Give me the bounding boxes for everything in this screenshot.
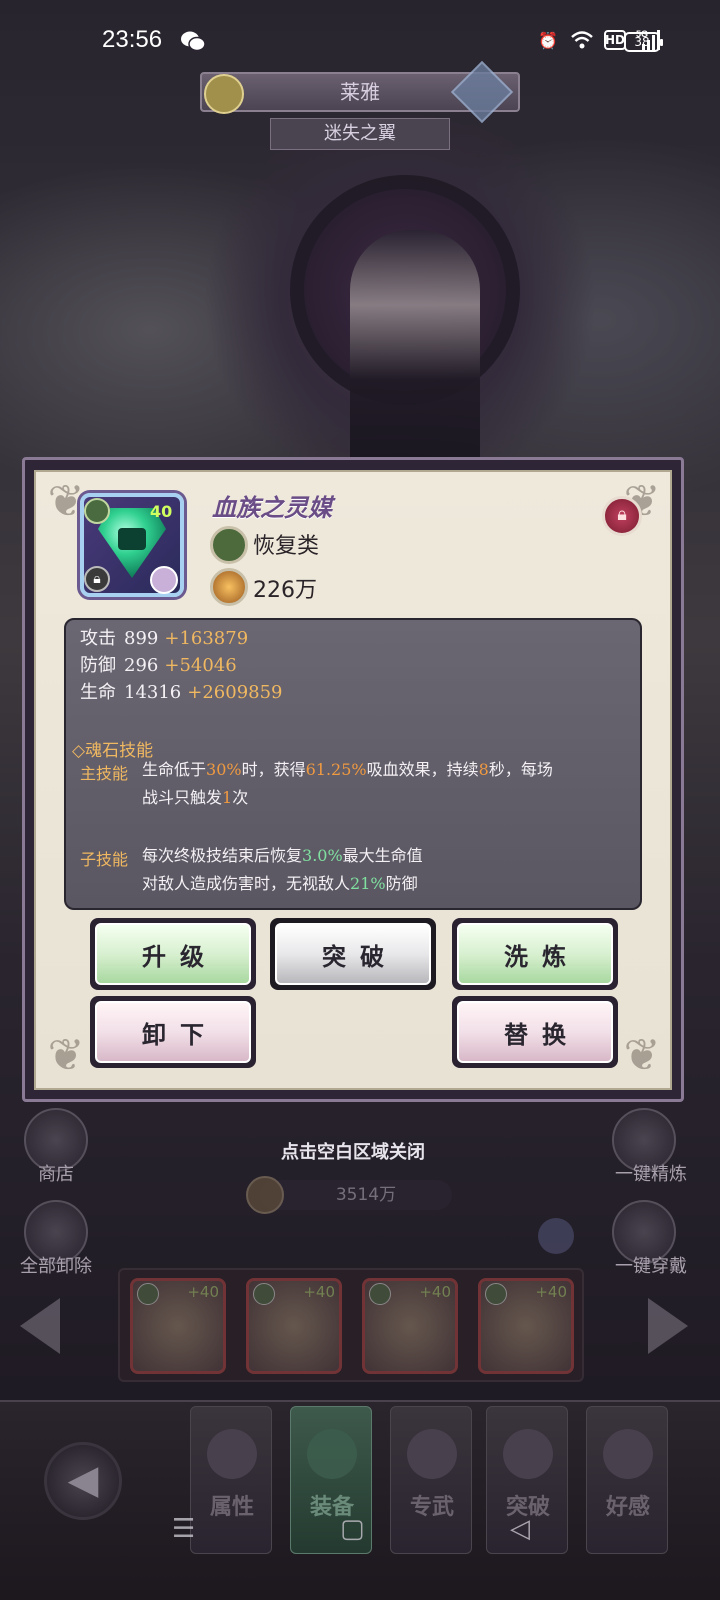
owner-avatar [150,566,178,594]
breakthrough-button-frame: 突破 [270,918,436,990]
item-level: 40 [150,502,173,521]
slot-level: +40 [187,1283,219,1301]
equipment-icon [307,1429,357,1479]
hero-title-bar: 迷失之翼 [270,118,450,150]
total-power: 3514万 [335,1185,397,1205]
one-click-refine-label: 一键精炼 [615,1164,687,1185]
skill-text-part: 最大生命值 [342,846,423,865]
back-icon[interactable]: ◁ [510,1514,530,1544]
corner-ornament-icon: ❦ [47,1030,85,1081]
skill-text-part: 秒，每场 [488,760,553,779]
wifi-icon [571,31,593,49]
item-type: 恢复类 [253,534,320,559]
stat-base: 296 [124,655,159,676]
alarm-icon: ⏰ [538,30,558,50]
exclusive-weapon-icon [407,1429,457,1479]
stat-bonus: +2609859 [187,682,283,703]
skill-text-part: 吸血效果，持续 [366,760,479,779]
skill-section-title: ◇魂石技能 [72,741,154,761]
stat-base: 899 [124,628,159,649]
skill-value: 21% [350,874,386,893]
home-icon[interactable]: ▢ [340,1514,365,1544]
slot-level: +40 [535,1283,567,1301]
item-power: 226万 [253,578,317,603]
one-click-equip-label: 一键穿戴 [615,1256,687,1277]
system-navigation: ☰ ▢ ◁ [0,1508,720,1558]
menu-icon[interactable]: ☰ [172,1514,195,1544]
lock-toggle-button[interactable]: 🔒︎ [602,496,642,536]
class-icon [204,74,244,114]
breakthrough-icon [503,1429,553,1479]
slot-type-icon [253,1283,275,1305]
shop-label: 商店 [38,1164,74,1185]
stat-defense: 防御 296 +54046 [80,651,237,677]
skill-value: 3.0% [302,846,343,865]
stat-bonus: +163879 [164,628,249,649]
breakthrough-button[interactable]: 突破 [275,923,431,985]
upgrade-button[interactable]: 升级 [95,923,251,985]
wechat-icon [181,31,206,52]
upgrade-button-frame: 升级 [90,918,256,990]
slot-type-icon [369,1283,391,1305]
battery-icon: 38 [624,32,663,52]
skill-text-part: 时，获得 [241,760,306,779]
equip-slot-4[interactable]: +40 [478,1278,574,1374]
skill-text-part: 对敌人造成伤害时，无视敌人 [142,874,351,893]
item-type-badge-icon [84,498,110,524]
hd-icon: HD [604,30,626,50]
equip-slot-3[interactable]: +40 [362,1278,458,1374]
remove-all-label: 全部卸除 [20,1256,92,1277]
stat-attack: 攻击 899 +163879 [80,624,248,650]
unequip-button[interactable]: 卸下 [95,1001,251,1063]
refine-button-frame: 洗炼 [452,918,618,990]
heart-icon [603,1429,653,1479]
skill-value: 30% [206,760,242,779]
slot-type-icon [485,1283,507,1305]
total-power-bar: 3514万 [260,1180,452,1210]
skill-text-part: 战斗只触发 [142,788,223,807]
sub-skill-label: 子技能 [80,850,129,869]
status-time: 23:56 [102,26,163,53]
arrow-left-icon[interactable] [20,1298,60,1354]
replace-button[interactable]: 替换 [457,1001,613,1063]
corner-ornament-icon: ❦ [623,1030,661,1081]
slot-level: +40 [419,1283,451,1301]
arrow-right-icon[interactable] [648,1298,688,1354]
stat-label: 攻击 [80,628,116,649]
slot-level: +40 [303,1283,335,1301]
equip-slot-2[interactable]: +40 [246,1278,342,1374]
stat-hp: 生命 14316 +2609859 [80,678,283,704]
slot-type-icon [137,1283,159,1305]
stat-bonus: +54046 [164,655,237,676]
main-skill-description: 生命低于30%时，获得61.25%吸血效果，持续8秒，每场 战斗只触发1次 [142,756,622,812]
skill-text-part: 防御 [385,874,418,893]
sub-skill-description: 每次终极技结束后恢复3.0%最大生命值 对敌人造成伤害时，无视敌人21%防御 [142,842,622,898]
skill-text-part: 次 [232,788,249,807]
stat-label: 生命 [80,682,116,703]
unequip-button-frame: 卸下 [90,996,256,1068]
replace-button-frame: 替换 [452,996,618,1068]
skill-text-part: 生命低于 [142,760,207,779]
heal-type-icon [210,526,248,564]
soul-stone-face [118,528,146,550]
info-bell-icon[interactable] [538,1218,574,1254]
attributes-icon [207,1429,257,1479]
item-name: 血族之灵媒 [212,493,332,522]
skill-value: 1 [222,788,233,807]
hero-title: 迷失之翼 [324,123,396,144]
refine-button[interactable]: 洗炼 [457,923,613,985]
equip-slot-1[interactable]: +40 [130,1278,226,1374]
stat-base: 14316 [124,682,182,703]
skill-value: 61.25% [305,760,367,779]
stat-label: 防御 [80,655,116,676]
main-skill-label: 主技能 [80,764,129,783]
power-icon [210,568,248,606]
lock-icon: 🔒︎ [84,566,110,592]
skill-text-part: 每次终极技结束后恢复 [142,846,303,865]
skill-value: 8 [478,760,489,779]
power-icon [246,1176,284,1214]
